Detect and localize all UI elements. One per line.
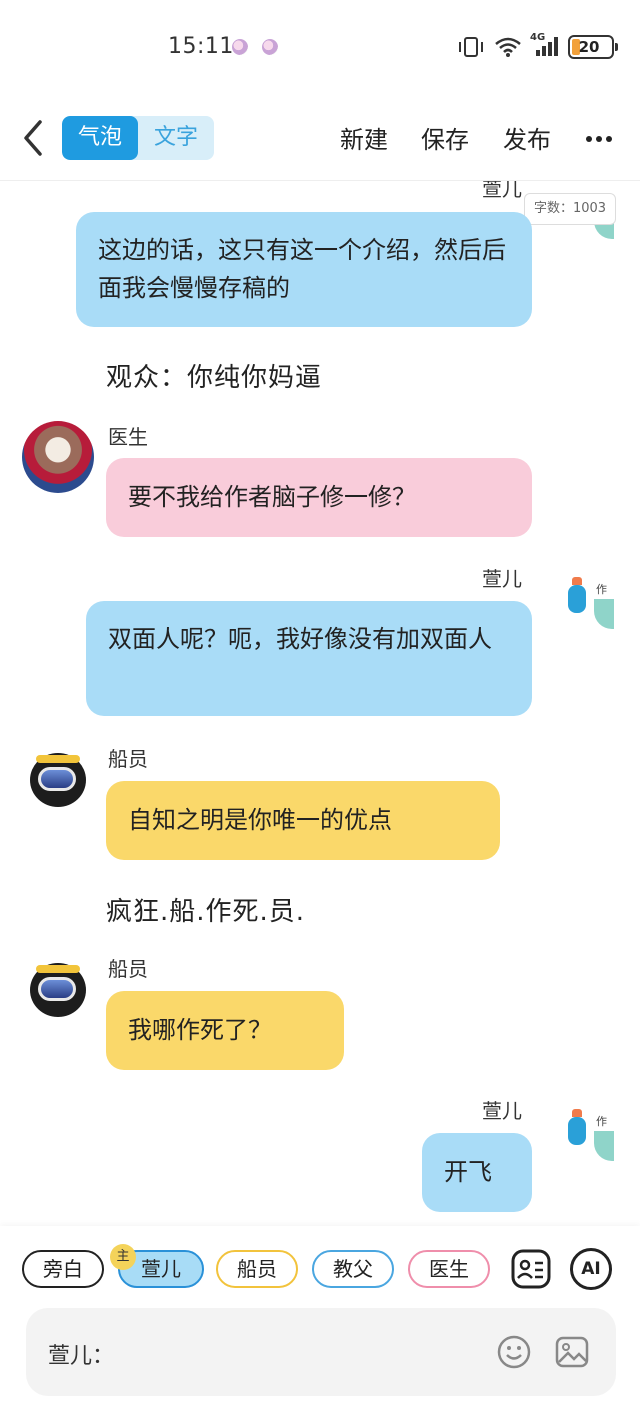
self-avatar[interactable]: 作: [556, 1095, 616, 1165]
notification-icon: [262, 39, 278, 55]
role-chip-doctor[interactable]: 医生: [408, 1250, 490, 1288]
signal-icon: 4G: [530, 32, 562, 58]
message-bubble[interactable]: 要不我给作者脑子修一修？: [106, 458, 532, 537]
role-chip-godfather[interactable]: 教父: [312, 1250, 394, 1288]
new-button[interactable]: 新建: [340, 120, 388, 155]
input-panel: 旁白 萱儿 主 船员 教父 医生 AI 萱儿：: [0, 1226, 640, 1422]
notification-icon: [232, 39, 248, 55]
status-bar: 15:11 4G 20: [0, 0, 640, 96]
narration-text[interactable]: 疯狂.船.作死.员.: [106, 891, 305, 928]
back-icon[interactable]: [18, 118, 48, 158]
tab-text[interactable]: 文字: [138, 116, 214, 160]
more-icon[interactable]: [584, 124, 614, 154]
self-avatar[interactable]: 作: [556, 563, 616, 633]
input-speaker-label: 萱儿：: [48, 1344, 115, 1369]
message-bubble[interactable]: 这边的话，这只有这一个介绍，然后后面我会慢慢存稿的: [76, 212, 532, 327]
main-role-badge: 主: [110, 1244, 136, 1270]
image-icon[interactable]: [554, 1334, 590, 1370]
message-input-box: 萱儿：: [26, 1308, 616, 1396]
crew-avatar[interactable]: [22, 743, 94, 815]
publish-button[interactable]: 发布: [503, 120, 551, 155]
message-bubble[interactable]: 开飞: [422, 1133, 532, 1212]
speaker-name: 萱儿: [482, 181, 522, 201]
role-manage-icon[interactable]: [510, 1248, 552, 1290]
speaker-name: 医生: [108, 425, 148, 449]
vibrate-icon: [459, 37, 483, 57]
message-bubble[interactable]: 我哪作死了？: [106, 991, 344, 1070]
role-chip-narration[interactable]: 旁白: [22, 1250, 104, 1288]
wifi-icon: [495, 37, 521, 57]
status-time: 15:11: [168, 34, 234, 59]
message-bubble[interactable]: 双面人呢？呃，我好像没有加双面人: [86, 601, 532, 716]
role-chip-crew[interactable]: 船员: [216, 1250, 298, 1288]
crew-avatar[interactable]: [22, 953, 94, 1025]
message-bubble[interactable]: 自知之明是你唯一的优点: [106, 781, 500, 860]
emoji-icon[interactable]: [496, 1334, 532, 1370]
message-input[interactable]: [124, 1332, 484, 1372]
chat-area[interactable]: 萱儿 字数：1003 这边的话，这只有这一个介绍，然后后面我会慢慢存稿的 观众：…: [0, 181, 640, 1226]
save-button[interactable]: 保存: [421, 120, 469, 155]
speaker-name: 萱儿: [482, 1099, 522, 1123]
narration-text[interactable]: 观众：你纯你妈逼: [106, 357, 322, 394]
speaker-name: 船员: [108, 957, 148, 981]
mode-toggle: 气泡 文字: [62, 116, 214, 160]
speaker-name: 船员: [108, 747, 148, 771]
speaker-name: 萱儿: [482, 567, 522, 591]
ai-button[interactable]: AI: [570, 1248, 612, 1290]
doctor-avatar[interactable]: [22, 421, 94, 493]
battery-icon: 20: [568, 35, 618, 59]
tab-bubble[interactable]: 气泡: [62, 116, 138, 160]
header: 气泡 文字 新建 保存 发布: [0, 104, 640, 172]
word-count-badge: 字数：1003: [524, 193, 616, 225]
